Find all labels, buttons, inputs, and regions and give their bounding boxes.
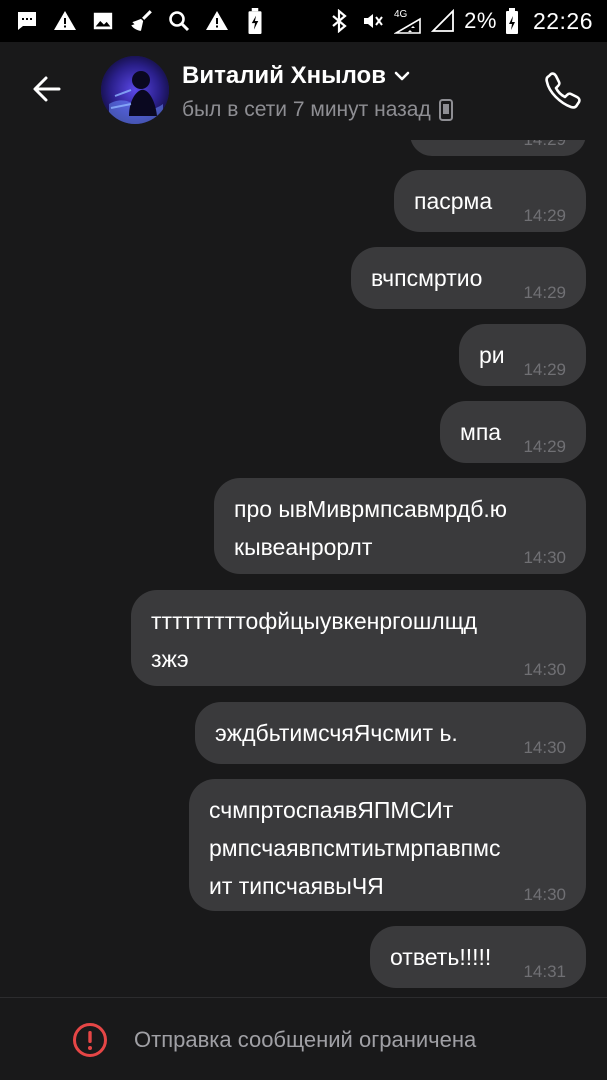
search-icon bbox=[166, 8, 192, 34]
message-time: 14:29 bbox=[523, 206, 566, 225]
warning-icon bbox=[52, 8, 78, 34]
chevron-down-icon bbox=[394, 71, 410, 81]
clock: 22:26 bbox=[532, 7, 593, 34]
contact-name-row[interactable]: Виталий Хнылов bbox=[182, 62, 412, 90]
message-bubble[interactable]: ри 14:29 bbox=[459, 324, 586, 386]
message-bubble[interactable]: пасрма 14:29 bbox=[394, 170, 586, 232]
message-time: 14:29 bbox=[523, 437, 566, 456]
message-time: 14:31 bbox=[523, 962, 566, 981]
message-time: 14:29 bbox=[523, 360, 566, 379]
battery-percent: 2% bbox=[464, 8, 497, 33]
bluetooth-icon bbox=[326, 8, 352, 34]
message-list[interactable]: 14:29 пасрма 14:29 вчпсмртио 14:29 ри 14… bbox=[0, 140, 607, 997]
mobile-device-icon bbox=[438, 99, 453, 121]
chat-header: Виталий Хнылов был в сети 7 минут назад bbox=[0, 42, 607, 140]
avatar[interactable] bbox=[101, 56, 169, 124]
message-time: 14:30 bbox=[523, 885, 566, 904]
restriction-banner: Отправка сообщений ограничена bbox=[0, 997, 607, 1080]
message-time: 14:29 bbox=[523, 140, 566, 148]
status-bar: 4G 2% 22:26 bbox=[0, 0, 607, 42]
restriction-notice: Отправка сообщений ограничена bbox=[134, 1027, 477, 1052]
exclamation-circle-icon bbox=[73, 1023, 107, 1057]
message-time: 14:30 bbox=[523, 738, 566, 757]
mute-icon bbox=[360, 8, 386, 34]
message-text: счмпртоспаявЯПМСИт рмпсчаявпсмтиьтмрпавп… bbox=[209, 797, 501, 899]
image-icon bbox=[90, 8, 116, 34]
message-bubble[interactable]: ответь!!!!! 14:31 bbox=[370, 926, 586, 988]
svg-text:4G: 4G bbox=[394, 9, 408, 20]
signal-4g-icon: 4G bbox=[394, 8, 422, 34]
contact-status-row: был в сети 7 минут назад bbox=[182, 98, 453, 122]
message-text: про ывМиврмпсавмрдб.ю кывеанрорлт bbox=[234, 496, 508, 560]
contact-name: Виталий Хнылов bbox=[182, 62, 386, 89]
message-time: 14:30 bbox=[523, 548, 566, 567]
phone-icon bbox=[545, 72, 581, 109]
warning-icon bbox=[204, 8, 230, 34]
back-button[interactable] bbox=[22, 64, 72, 114]
battery-low-icon bbox=[505, 8, 519, 34]
message-text: тттттттттофйцыувкенргошлщд зжэ bbox=[151, 608, 478, 672]
message-bubble[interactable]: про ывМиврмпсавмрдб.ю кывеанрорлт 14:30 bbox=[214, 478, 586, 574]
message-notification-icon bbox=[14, 8, 40, 34]
message-bubble[interactable]: эждбьтимсчяЯчсмит ь. 14:30 bbox=[195, 702, 586, 764]
arrow-left-icon bbox=[33, 76, 61, 102]
message-bubble[interactable]: счмпртоспаявЯПМСИт рмпсчаявпсмтиьтмрпавп… bbox=[189, 779, 586, 911]
message-text: эждбьтимсчяЯчсмит ь. bbox=[215, 720, 458, 746]
broom-icon bbox=[128, 8, 154, 34]
message-bubble[interactable]: 14:29 bbox=[410, 140, 586, 156]
last-seen-status: был в сети 7 минут назад bbox=[182, 98, 431, 121]
call-button[interactable] bbox=[537, 64, 587, 114]
message-bubble[interactable]: вчпсмртио 14:29 bbox=[351, 247, 586, 309]
message-bubble[interactable]: мпа 14:29 bbox=[440, 401, 586, 463]
message-time: 14:30 bbox=[523, 660, 566, 679]
message-bubble[interactable]: тттттттттофйцыувкенргошлщд зжэ 14:30 bbox=[131, 590, 586, 686]
battery-charging-icon bbox=[242, 8, 268, 34]
signal-icon bbox=[430, 8, 456, 34]
message-time: 14:29 bbox=[523, 283, 566, 302]
